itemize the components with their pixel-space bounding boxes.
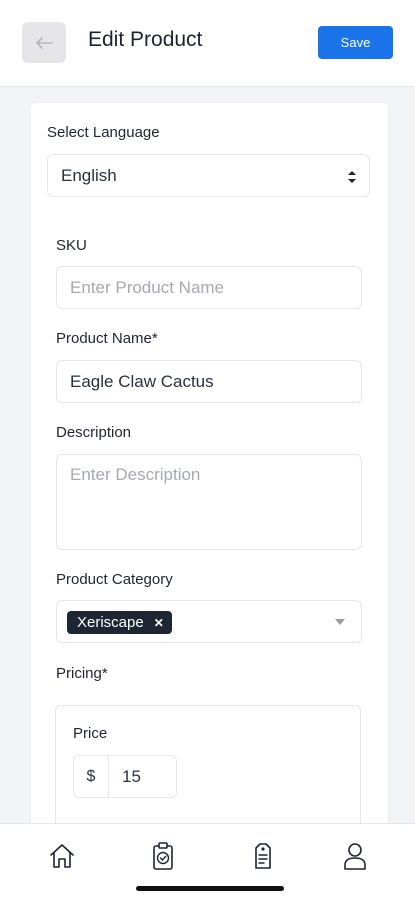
- clipboard-check-icon: [153, 842, 173, 870]
- nav-orders[interactable]: [147, 840, 179, 872]
- language-label: Select Language: [47, 124, 160, 141]
- product-tag-icon: [255, 843, 271, 869]
- product-name-input[interactable]: Eagle Claw Cactus: [56, 360, 362, 403]
- save-button[interactable]: Save: [318, 26, 393, 59]
- nav-products[interactable]: [247, 840, 279, 872]
- home-indicator: [136, 886, 284, 891]
- select-arrows-icon: [348, 171, 356, 183]
- arrow-left-icon: [36, 36, 53, 49]
- pricing-label: Pricing*: [56, 665, 108, 682]
- home-icon: [50, 844, 74, 868]
- profile-icon: [344, 843, 366, 870]
- top-header: Edit Product Save: [0, 0, 415, 87]
- price-value: 15: [122, 767, 141, 786]
- price-label: Price: [73, 725, 108, 742]
- language-select[interactable]: English: [47, 154, 370, 197]
- nav-profile[interactable]: [339, 840, 371, 872]
- category-chip: Xeriscape ✕: [67, 611, 172, 634]
- price-input[interactable]: $ 15: [73, 755, 177, 798]
- product-name-label: Product Name*: [56, 330, 158, 347]
- dropdown-caret-icon[interactable]: [335, 619, 345, 625]
- back-button[interactable]: [22, 22, 66, 63]
- description-textarea[interactable]: Enter Description: [56, 454, 362, 550]
- chip-remove-icon[interactable]: ✕: [154, 616, 164, 630]
- page-title: Edit Product: [88, 28, 203, 51]
- sku-input[interactable]: Enter Product Name: [56, 266, 362, 309]
- description-label: Description: [56, 424, 132, 441]
- nav-home[interactable]: [46, 840, 78, 872]
- category-chip-label: Xeriscape: [77, 614, 144, 631]
- currency-symbol: $: [74, 756, 109, 797]
- sku-placeholder: Enter Product Name: [70, 278, 225, 297]
- category-label: Product Category: [56, 571, 173, 588]
- category-select[interactable]: Xeriscape ✕: [56, 600, 362, 643]
- product-name-value: Eagle Claw Cactus: [70, 372, 214, 391]
- sku-label: SKU: [56, 237, 87, 254]
- description-placeholder: Enter Description: [70, 465, 201, 484]
- language-value: English: [61, 166, 117, 185]
